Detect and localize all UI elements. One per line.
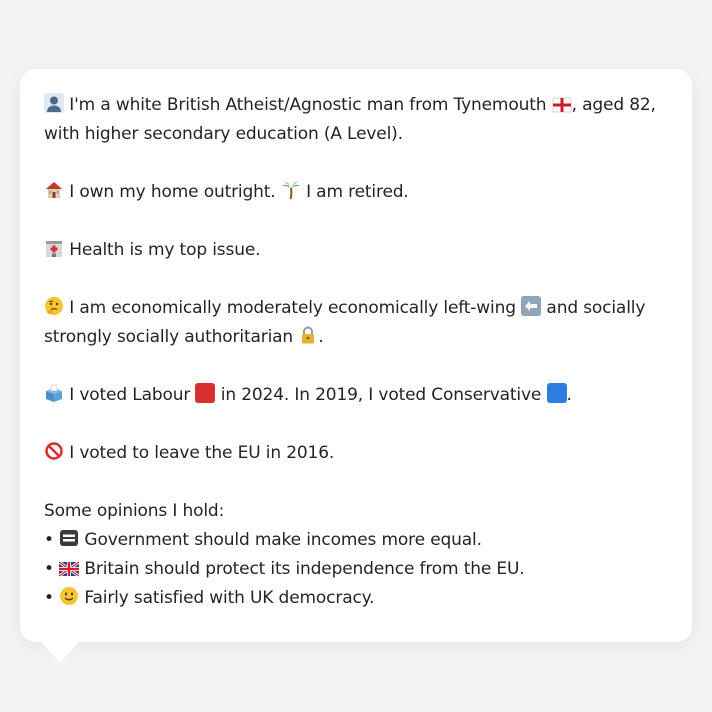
- home-ownership-text: I own my home outright.: [69, 182, 276, 202]
- uk-flag-icon: [58, 560, 81, 581]
- ideology-period: .: [318, 327, 324, 347]
- bubble-tail: [40, 641, 80, 663]
- brexit-text: I voted to leave the EU in 2016.: [69, 443, 335, 463]
- left-arrow-icon: [521, 296, 542, 316]
- equals-icon: [59, 528, 79, 548]
- england-flag-icon: [552, 97, 572, 117]
- vote-paragraph: I voted Labour in 2024. In 2019, I voted…: [44, 381, 668, 410]
- vote-2019-text: in 2024. In 2019, I voted Conservative: [220, 385, 542, 405]
- list-item: • Britain should protect its independenc…: [44, 555, 668, 584]
- bullet: •: [44, 559, 54, 579]
- labour-red-square-icon: [195, 383, 216, 403]
- opinion-text: Britain should protect its independence …: [84, 559, 525, 579]
- hospital-icon: [44, 238, 64, 258]
- ideology-paragraph: I am economically moderately economicall…: [44, 294, 668, 352]
- identity-text: I'm a white British Atheist/Agnostic man…: [69, 95, 547, 115]
- bullet: •: [44, 530, 54, 550]
- top-issue-text: Health is my top issue.: [69, 240, 261, 260]
- conservative-blue-square-icon: [546, 383, 567, 403]
- ballot-box-icon: [44, 383, 64, 403]
- thinking-face-icon: [44, 296, 64, 316]
- opinions-heading: Some opinions I hold:: [44, 501, 225, 521]
- retired-text: I am retired.: [306, 182, 409, 202]
- opinion-text: Fairly satisfied with UK democracy.: [84, 588, 375, 608]
- vote-2024-text: I voted Labour: [69, 385, 191, 405]
- slightly-smiling-face-icon: [59, 586, 79, 606]
- issue-paragraph: Health is my top issue.: [44, 236, 668, 265]
- house-icon: [44, 180, 64, 200]
- opinions-section: Some opinions I hold: • Government shoul…: [44, 497, 668, 613]
- bust-in-silhouette-icon: [44, 93, 64, 113]
- home-paragraph: I own my home outright. I am retired.: [44, 178, 668, 207]
- persona-message-bubble: I'm a white British Atheist/Agnostic man…: [20, 69, 692, 642]
- bullet: •: [44, 588, 54, 608]
- palm-tree-icon: [281, 180, 301, 200]
- economic-ideology-text: I am economically moderately economicall…: [69, 298, 516, 318]
- prohibited-icon: [44, 441, 64, 461]
- brexit-paragraph: I voted to leave the EU in 2016.: [44, 439, 668, 468]
- lock-icon: [298, 325, 318, 345]
- vote-period: .: [566, 385, 572, 405]
- identity-paragraph: I'm a white British Atheist/Agnostic man…: [44, 91, 668, 149]
- list-item: • Fairly satisfied with UK democracy.: [44, 584, 668, 613]
- opinion-text: Government should make incomes more equa…: [84, 530, 482, 550]
- list-item: • Government should make incomes more eq…: [44, 526, 668, 555]
